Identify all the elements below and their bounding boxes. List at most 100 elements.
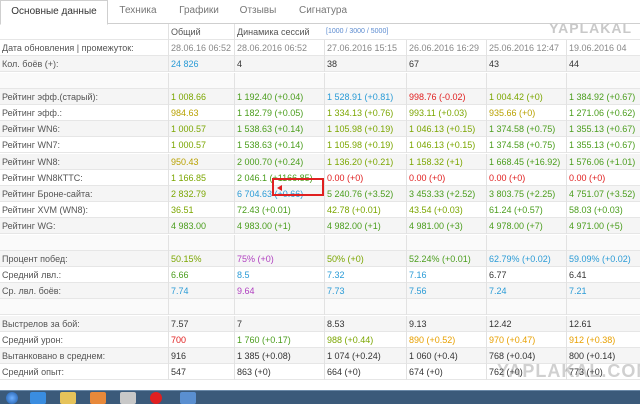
session-value: 8.5 bbox=[234, 267, 324, 283]
session-value: 58.03 (+0.03) bbox=[566, 202, 640, 218]
session-value: 998.76 (-0.02) bbox=[406, 89, 486, 105]
total-value: 1 166.85 bbox=[168, 170, 234, 186]
session-value: 4 751.07 (+3.52) bbox=[566, 186, 640, 202]
table-row: Рейтинг WN8: 950.43 2 000.70 (+0.24) 1 136.… bbox=[0, 154, 640, 170]
session-value: 42.78 (+0.01) bbox=[324, 202, 406, 218]
session-value: 50% (+0) bbox=[324, 251, 406, 267]
session-value: 1 074 (+0.24) bbox=[324, 348, 406, 364]
session-value: 6.41 bbox=[566, 267, 640, 283]
row-label: Процент побед: bbox=[2, 254, 68, 264]
session-value: 1 192.40 (+0.04) bbox=[234, 89, 324, 105]
watermark: YAPLAKAL.COM bbox=[497, 361, 640, 381]
total-value bbox=[168, 73, 234, 89]
row-label: Выстрелов за бой: bbox=[2, 319, 80, 329]
row-label bbox=[0, 235, 168, 251]
session-value bbox=[486, 73, 566, 89]
total-value: 700 bbox=[168, 332, 234, 348]
total-value: 1 000.57 bbox=[168, 137, 234, 153]
taskbar bbox=[0, 390, 640, 404]
table-row: Рейтинг WN6: 1 000.57 1 538.63 (+0.14) 1 10… bbox=[0, 121, 640, 137]
session-value: 9.13 bbox=[406, 316, 486, 332]
session-value: 988 (+0.44) bbox=[324, 332, 406, 348]
session-value: 7.73 bbox=[324, 283, 406, 299]
table-row: Рейтинг XVM (WN8): 36.51 72.43 (+0.01) 42.7… bbox=[0, 202, 640, 218]
session-value: 12.61 bbox=[566, 316, 640, 332]
session-value: 1 355.13 (+0.67) bbox=[566, 137, 640, 153]
media-icon[interactable] bbox=[90, 392, 106, 404]
session-value: 3 453.33 (+2.52) bbox=[406, 186, 486, 202]
session-value: 8.53 bbox=[324, 316, 406, 332]
session-value bbox=[406, 73, 486, 89]
session-value: 5 240.76 (+3.52) bbox=[324, 186, 406, 202]
table-row: Средний лвл.: 6.66 8.5 7.32 7.16 6.77 6.41 bbox=[0, 267, 640, 283]
total-value: 6.66 bbox=[168, 267, 234, 283]
session-value: 4 bbox=[234, 56, 324, 72]
table-row: Рейтинг WN7: 1 000.57 1 538.63 (+0.14) 1 10… bbox=[0, 137, 640, 153]
session-filter-link[interactable]: [1000 / 3000 / 5000] bbox=[324, 24, 640, 40]
session-value: 52.24% (+0.01) bbox=[406, 251, 486, 267]
row-label: Рейтинг WG: bbox=[2, 221, 56, 231]
session-value: 9.64 bbox=[234, 283, 324, 299]
session-value: 664 (+0) bbox=[324, 364, 406, 380]
tab-signature[interactable]: Сигнатура bbox=[286, 0, 360, 24]
total-value: 24 826 bbox=[168, 56, 234, 72]
tab-vehicles[interactable]: Техника bbox=[108, 0, 168, 24]
ie-icon[interactable] bbox=[30, 392, 46, 404]
session-value: 1 538.63 (+0.14) bbox=[234, 137, 324, 153]
total-value bbox=[168, 299, 234, 315]
tab-charts[interactable]: Графики bbox=[168, 0, 230, 24]
table-row: Рейтинг эфф.(старый): 1 008.66 1 192.40 (+… bbox=[0, 89, 640, 105]
opera-icon[interactable] bbox=[150, 392, 162, 404]
session-value: 7.56 bbox=[406, 283, 486, 299]
row-label: Рейтинг эфф.: bbox=[2, 108, 62, 118]
session-value: 1 060 (+0.4) bbox=[406, 348, 486, 364]
session-value: 1 136.20 (+0.21) bbox=[324, 154, 406, 170]
session-value: 61.24 (+0.57) bbox=[486, 202, 566, 218]
row-label: Вытанковано в среднем: bbox=[2, 351, 106, 361]
network-icon[interactable] bbox=[180, 392, 196, 404]
session-value: 1 760 (+0.17) bbox=[234, 332, 324, 348]
session-value: 0.00 (+0) bbox=[486, 170, 566, 186]
row-label: Рейтинг WN6: bbox=[2, 124, 61, 134]
table-spacer-row bbox=[0, 235, 640, 251]
session-value: 7.16 bbox=[406, 267, 486, 283]
session-value: 1 046.13 (+0.15) bbox=[406, 121, 486, 137]
browser-icon[interactable] bbox=[120, 392, 136, 404]
row-label: Кол. боёв (+): bbox=[2, 59, 59, 69]
session-value: 4 983.00 (+1) bbox=[234, 218, 324, 234]
session-value bbox=[234, 73, 324, 89]
session-value: 1 576.06 (+1.01) bbox=[566, 154, 640, 170]
session-value: 4 982.00 (+1) bbox=[324, 218, 406, 234]
table-row: Средний урон: 700 1 760 (+0.17) 988 (+0.44)… bbox=[0, 332, 640, 348]
total-value bbox=[168, 235, 234, 251]
session-value bbox=[566, 73, 640, 89]
row-label: Рейтинг WN7: bbox=[2, 140, 61, 150]
tab-main-data[interactable]: Основные данные bbox=[0, 0, 108, 25]
header-total: Общий bbox=[168, 24, 234, 40]
session-value: 62.79% (+0.02) bbox=[486, 251, 566, 267]
session-value: 6.77 bbox=[486, 267, 566, 283]
row-label: Дата обновления | промежуток: bbox=[2, 43, 134, 53]
session-value: 1 182.79 (+0.05) bbox=[234, 105, 324, 121]
session-value: 1 668.45 (+16.92) bbox=[486, 154, 566, 170]
folder-icon[interactable] bbox=[60, 392, 76, 404]
session-value: 1 004.42 (+0) bbox=[486, 89, 566, 105]
session-value: 25.06.2016 12:47 bbox=[486, 40, 566, 56]
session-value: 2 000.70 (+0.24) bbox=[234, 154, 324, 170]
session-value: 674 (+0) bbox=[406, 364, 486, 380]
session-value: 0.00 (+0) bbox=[324, 170, 406, 186]
total-value: 4 983.00 bbox=[168, 218, 234, 234]
row-label: Средний урон: bbox=[2, 335, 63, 345]
start-orb-icon[interactable] bbox=[6, 392, 18, 404]
row-label bbox=[0, 299, 168, 315]
session-value: 75% (+0) bbox=[234, 251, 324, 267]
tab-reviews[interactable]: Отзывы bbox=[230, 0, 286, 24]
session-value: 1 105.98 (+0.19) bbox=[324, 121, 406, 137]
session-value: 43.54 (+0.03) bbox=[406, 202, 486, 218]
session-value: 1 374.58 (+0.75) bbox=[486, 137, 566, 153]
table-row: Процент побед: 50.15% 75% (+0) 50% (+0) 52.2… bbox=[0, 251, 640, 267]
session-value: 1 385 (+0.08) bbox=[234, 348, 324, 364]
session-value bbox=[324, 235, 406, 251]
row-label bbox=[0, 73, 168, 89]
table-spacer-row bbox=[0, 73, 640, 89]
